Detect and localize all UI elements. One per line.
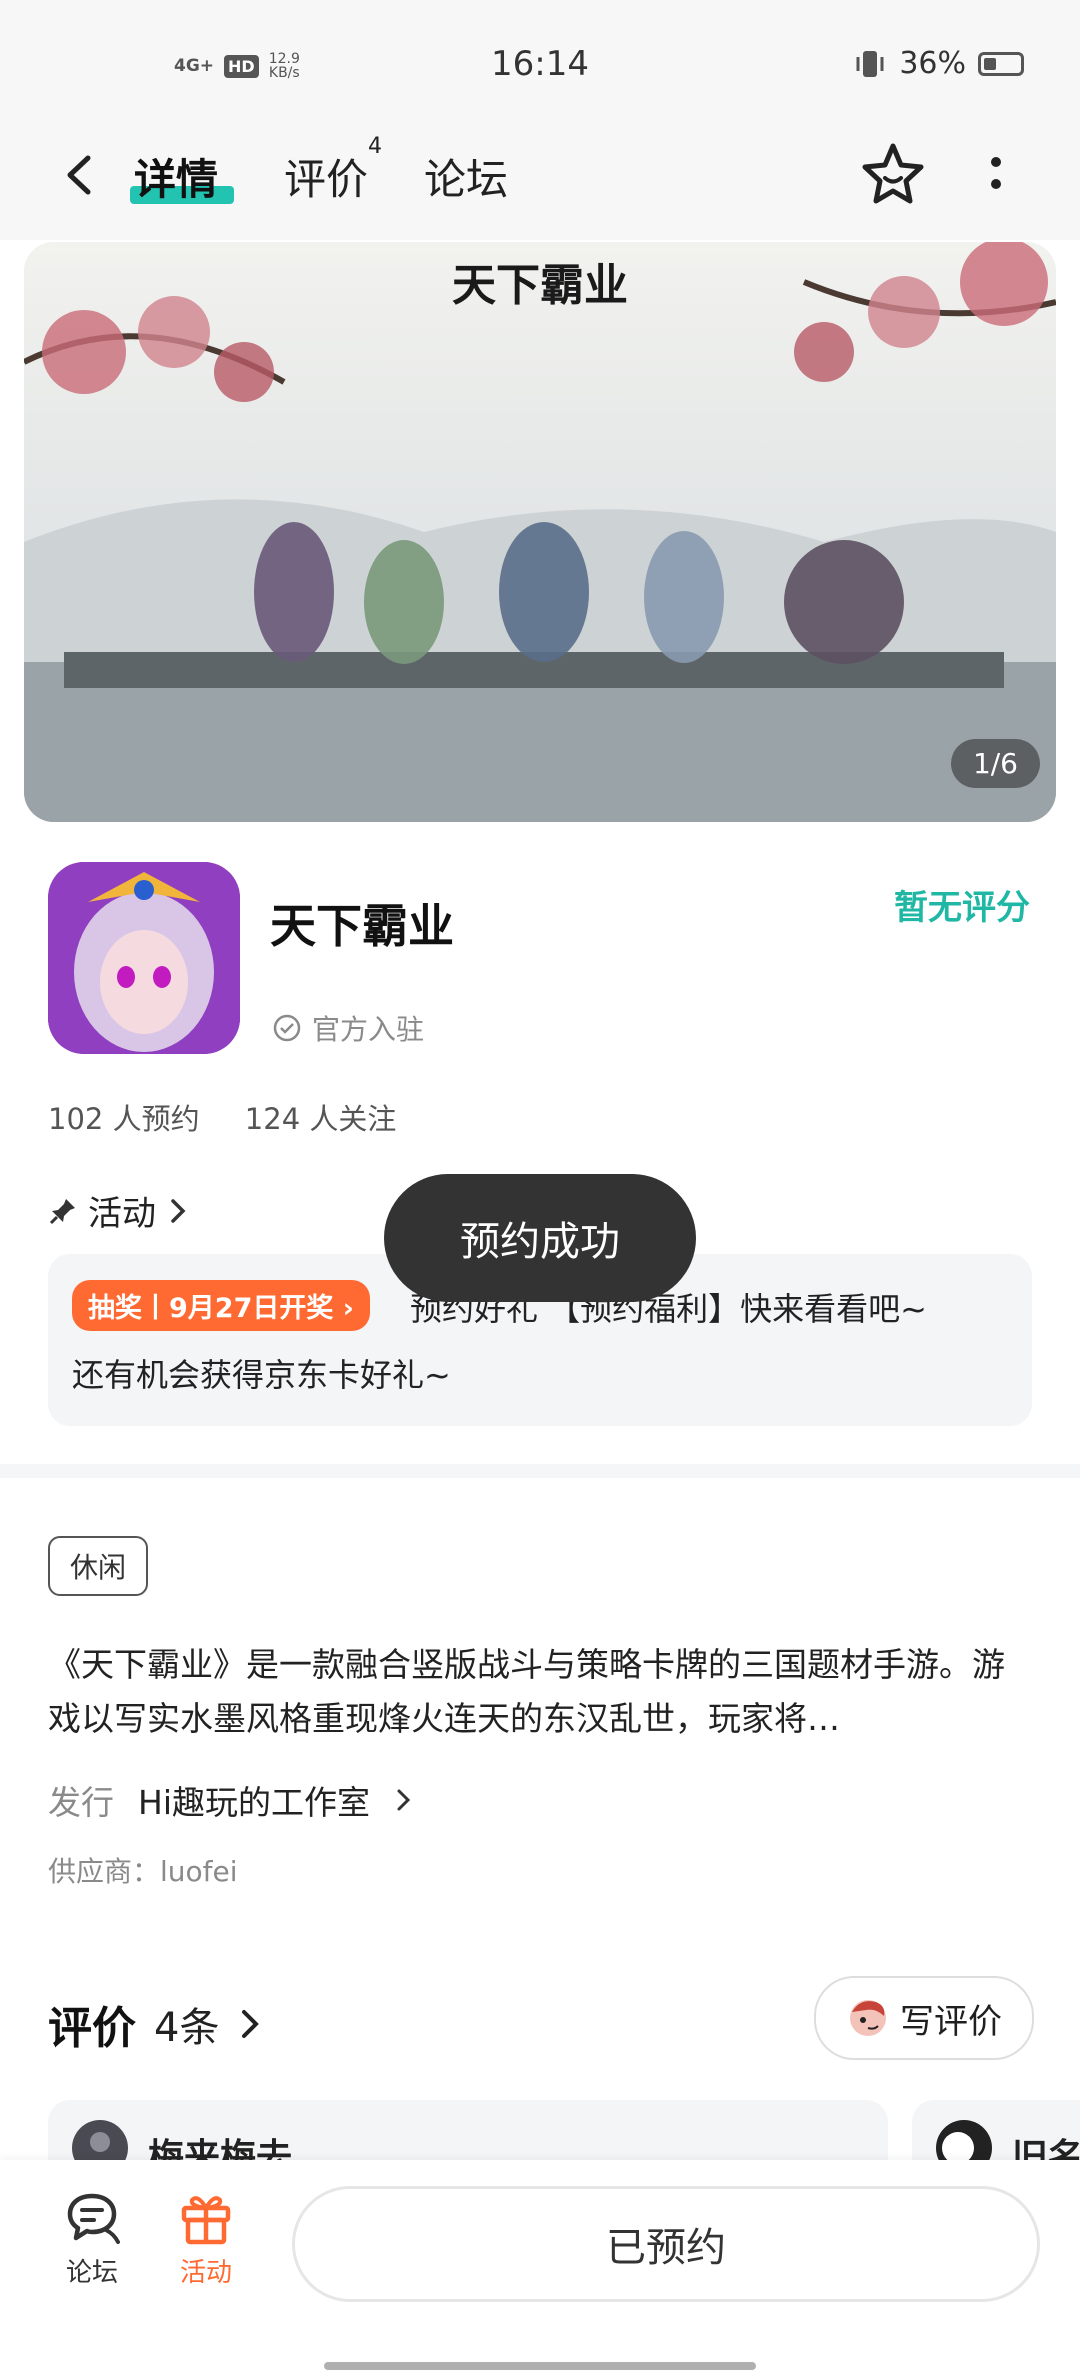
game-title: 天下霸业 xyxy=(270,899,454,953)
publisher-row[interactable]: 发行 Hi趣玩的工作室 xyxy=(48,1776,414,1824)
game-stats: 102 人预约 124 人关注 xyxy=(48,1096,432,1138)
battery-icon xyxy=(978,51,1024,76)
chevron-right-icon xyxy=(171,1198,186,1223)
banner-artwork: 天下霸业 xyxy=(24,242,1056,822)
tab-details[interactable]: 详情 xyxy=(134,146,218,207)
activity-header[interactable]: 活动 xyxy=(48,1186,190,1235)
chevron-right-icon xyxy=(397,1789,411,1811)
activity-header-label: 活动 xyxy=(88,1194,156,1234)
home-indicator[interactable] xyxy=(324,2362,756,2370)
back-icon[interactable] xyxy=(56,150,106,200)
status-right: 36% xyxy=(853,46,1024,81)
reviews-header[interactable]: 评价 4条 xyxy=(48,1992,263,2056)
bottom-nav-activity[interactable]: 活动 xyxy=(156,2190,256,2289)
banner-logo-text: 天下霸业 xyxy=(452,260,628,311)
reservation-count: 102 人预约 xyxy=(48,1102,200,1136)
game-description[interactable]: 《天下霸业》是一款融合竖版战斗与策略卡牌的三国题材手游。游戏以写实水墨风格重现烽… xyxy=(48,1638,1032,1746)
activity-text-line2: 还有机会获得京东卡好礼~ xyxy=(72,1356,451,1394)
verified-label: 官方入驻 xyxy=(312,1013,425,1046)
write-review-button[interactable]: 写评价 xyxy=(814,1976,1034,2060)
tab-reviews-label: 评价 xyxy=(284,155,369,204)
write-review-label: 写评价 xyxy=(900,2001,1002,2042)
reviews-title: 评价 xyxy=(48,2003,136,2054)
tab-reviews-badge: 4 xyxy=(368,134,383,159)
pin-icon xyxy=(49,1198,75,1224)
carousel-pager: 1/6 xyxy=(950,739,1040,788)
tab-forum[interactable]: 论坛 xyxy=(424,146,508,207)
forum-chat-icon xyxy=(67,2193,120,2244)
reviews-count: 4条 xyxy=(154,2005,220,2051)
vibrate-icon xyxy=(856,50,884,77)
game-icon-art xyxy=(48,862,240,1054)
more-options-icon[interactable] xyxy=(982,150,1010,200)
check-circle-icon xyxy=(273,1014,301,1042)
gift-icon xyxy=(181,2196,231,2245)
bottom-nav-forum-label: 论坛 xyxy=(65,2258,118,2288)
bottom-nav-forum[interactable]: 论坛 xyxy=(42,2190,142,2289)
favorite-star-icon[interactable] xyxy=(858,140,928,210)
reserved-button[interactable]: 已预约 xyxy=(292,2186,1040,2302)
screenshot-carousel[interactable]: 天下霸业 1/6 xyxy=(24,242,1056,822)
lottery-badge: 抽奖丨9月27日开奖 › xyxy=(72,1280,370,1331)
bottom-nav-activity-label: 活动 xyxy=(179,2258,232,2288)
supplier-info: 供应商：luofei xyxy=(48,1855,238,1888)
game-icon xyxy=(48,862,240,1054)
publisher-key: 发行 xyxy=(48,1783,114,1822)
toast-message: 预约成功 xyxy=(384,1174,696,1302)
mascot-icon xyxy=(850,2000,886,2036)
follower-count: 124 人关注 xyxy=(244,1102,397,1136)
tab-reviews[interactable]: 评价 4 xyxy=(284,134,382,207)
publisher-name: Hi趣玩的工作室 xyxy=(138,1783,370,1822)
lottery-badge-label: 抽奖丨9月27日开奖 xyxy=(88,1293,334,1324)
rating-status: 暂无评分 xyxy=(894,888,1030,928)
chevron-right-icon xyxy=(242,2010,260,2038)
section-divider xyxy=(0,1464,1080,1478)
badge-chevron-icon: › xyxy=(342,1293,354,1324)
verified-row: 官方入驻 xyxy=(272,1008,424,1048)
genre-tag[interactable]: 休闲 xyxy=(48,1536,149,1596)
battery-percent: 36% xyxy=(899,46,966,81)
